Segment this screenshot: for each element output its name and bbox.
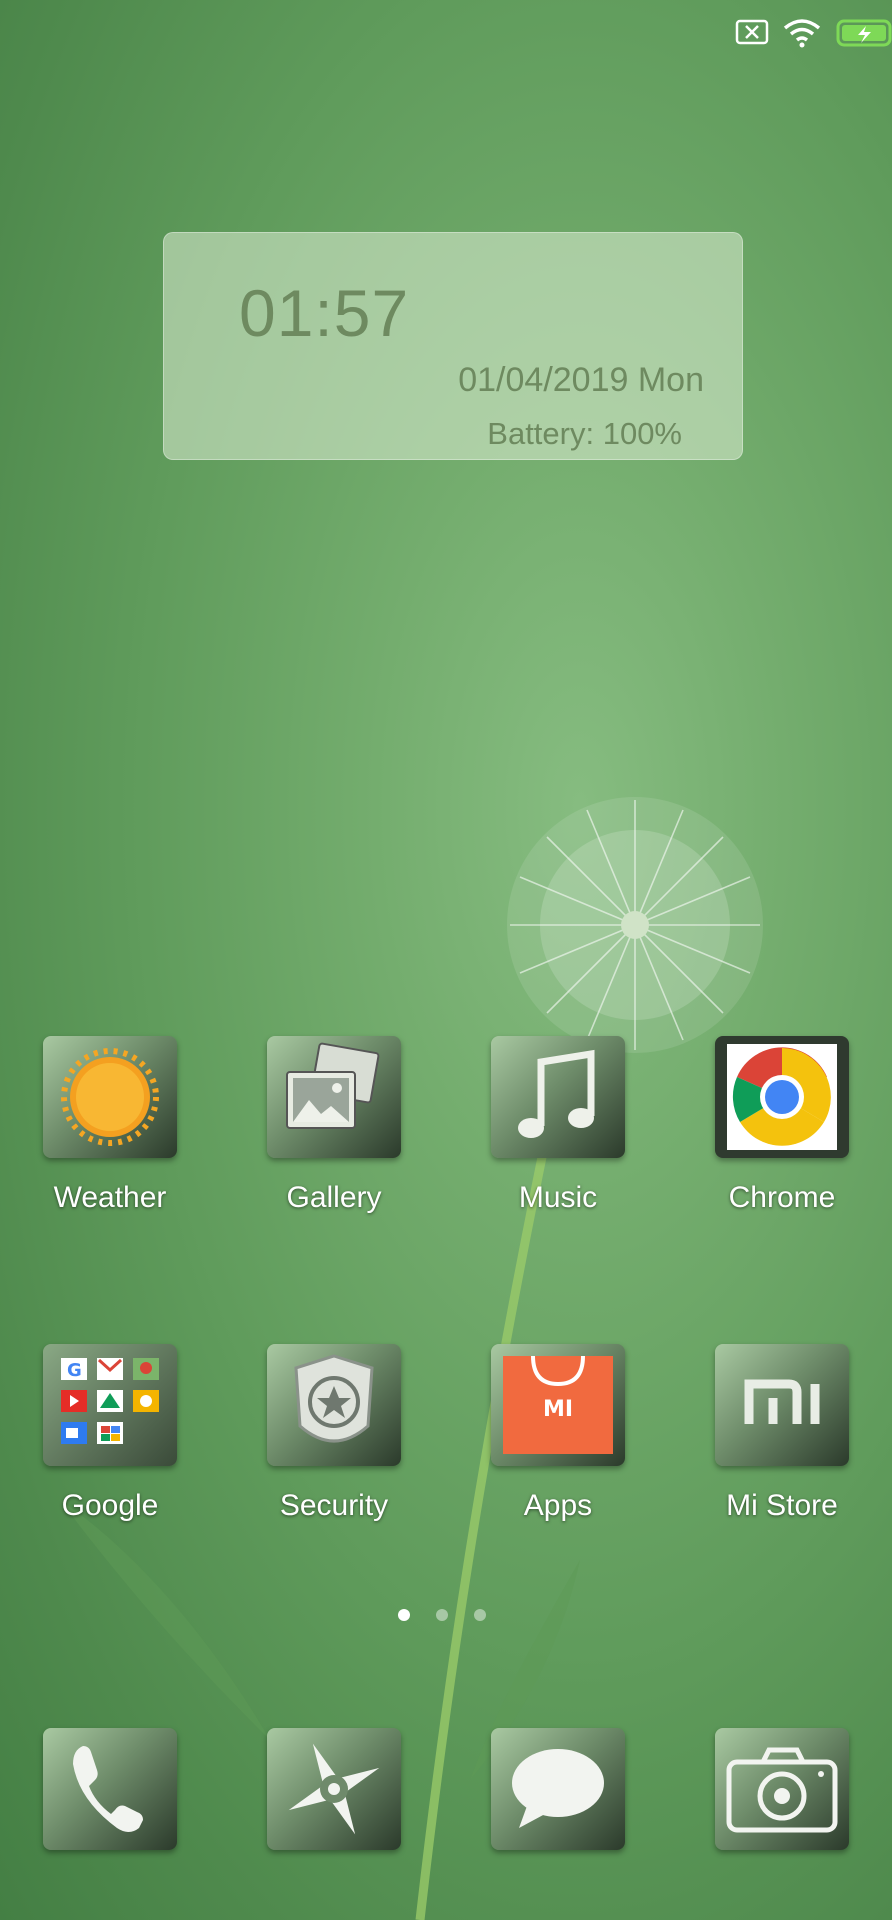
battery-status: Battery: 100% [487, 416, 682, 451]
clock-time: 01:57 [239, 276, 410, 350]
shield-badge-icon [267, 1344, 401, 1466]
clock-date: 01/04/2019 Mon [458, 361, 704, 399]
app-label-apps: Apps [523, 1489, 593, 1522]
mi-logo-icon [715, 1344, 849, 1466]
phone-icon [43, 1728, 177, 1850]
app-label-security: Security [279, 1489, 389, 1522]
clock-widget[interactable]: 01:57 01/04/2019 Mon Battery: 100% [163, 232, 743, 460]
sim-off-icon [735, 19, 769, 45]
compass-icon [267, 1728, 401, 1850]
app-label-music: Music [518, 1181, 598, 1214]
svg-text:G: G [67, 1360, 82, 1381]
svg-text:MI: MI [543, 1397, 573, 1422]
chrome-icon [715, 1036, 849, 1158]
page-dot-3[interactable] [474, 1609, 486, 1621]
battery-charging-icon [836, 19, 892, 47]
app-label-gallery: Gallery [286, 1181, 382, 1214]
sun-icon [43, 1036, 177, 1158]
status-bar [0, 0, 892, 64]
mi-bag-icon: MI [491, 1344, 625, 1466]
music-note-icon [491, 1036, 625, 1158]
speech-bubble-icon [491, 1728, 625, 1850]
camera-icon [715, 1728, 849, 1850]
page-dot-2[interactable] [436, 1609, 448, 1621]
page-indicator [398, 1609, 498, 1623]
app-label-mi-store: Mi Store [726, 1489, 838, 1522]
page-dot-1[interactable] [398, 1609, 410, 1621]
app-label-google: Google [61, 1489, 159, 1522]
google-folder-icon: G [43, 1344, 177, 1466]
wifi-icon [783, 19, 821, 48]
app-label-weather: Weather [53, 1181, 167, 1214]
photos-icon [267, 1036, 401, 1158]
app-label-chrome: Chrome [728, 1181, 836, 1214]
